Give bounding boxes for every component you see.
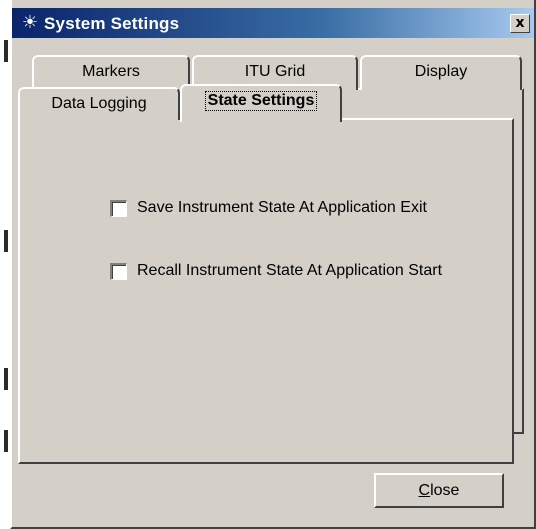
- recall-state-checkbox[interactable]: [110, 262, 127, 280]
- recall-state-label[interactable]: Recall Instrument State At Application S…: [137, 262, 442, 280]
- title-bar[interactable]: ☀ System Settings x: [12, 8, 534, 38]
- save-state-checkbox[interactable]: [110, 199, 127, 217]
- system-settings-window: ☀ System Settings x Markers ITU Grid Dis…: [10, 0, 536, 529]
- window-title: System Settings: [44, 14, 180, 33]
- close-access-key: C: [418, 482, 431, 499]
- tab-display[interactable]: Display: [360, 55, 522, 90]
- recall-state-option[interactable]: Recall Instrument State At Application S…: [110, 260, 442, 282]
- background-mark: [4, 430, 8, 452]
- tab-label: State Settings: [204, 91, 318, 111]
- tab-label: Data Logging: [51, 95, 147, 112]
- state-settings-page: [18, 118, 514, 464]
- close-button[interactable]: Close: [374, 473, 504, 508]
- tab-state-settings[interactable]: State Settings: [180, 84, 342, 122]
- save-state-label[interactable]: Save Instrument State At Application Exi…: [137, 199, 427, 217]
- background-mark: [4, 368, 8, 390]
- tab-markers[interactable]: Markers: [32, 55, 190, 90]
- background-mark: [4, 40, 8, 62]
- sparkle-icon: ☀: [21, 12, 39, 33]
- tab-label: Display: [414, 63, 468, 80]
- save-state-option[interactable]: Save Instrument State At Application Exi…: [110, 197, 427, 219]
- tab-label: Markers: [82, 63, 140, 80]
- window-close-button[interactable]: x: [510, 14, 530, 33]
- tab-label: ITU Grid: [244, 63, 306, 80]
- close-label-rest: lose: [430, 482, 460, 499]
- tab-data-logging[interactable]: Data Logging: [18, 87, 180, 120]
- background-mark: [4, 230, 8, 252]
